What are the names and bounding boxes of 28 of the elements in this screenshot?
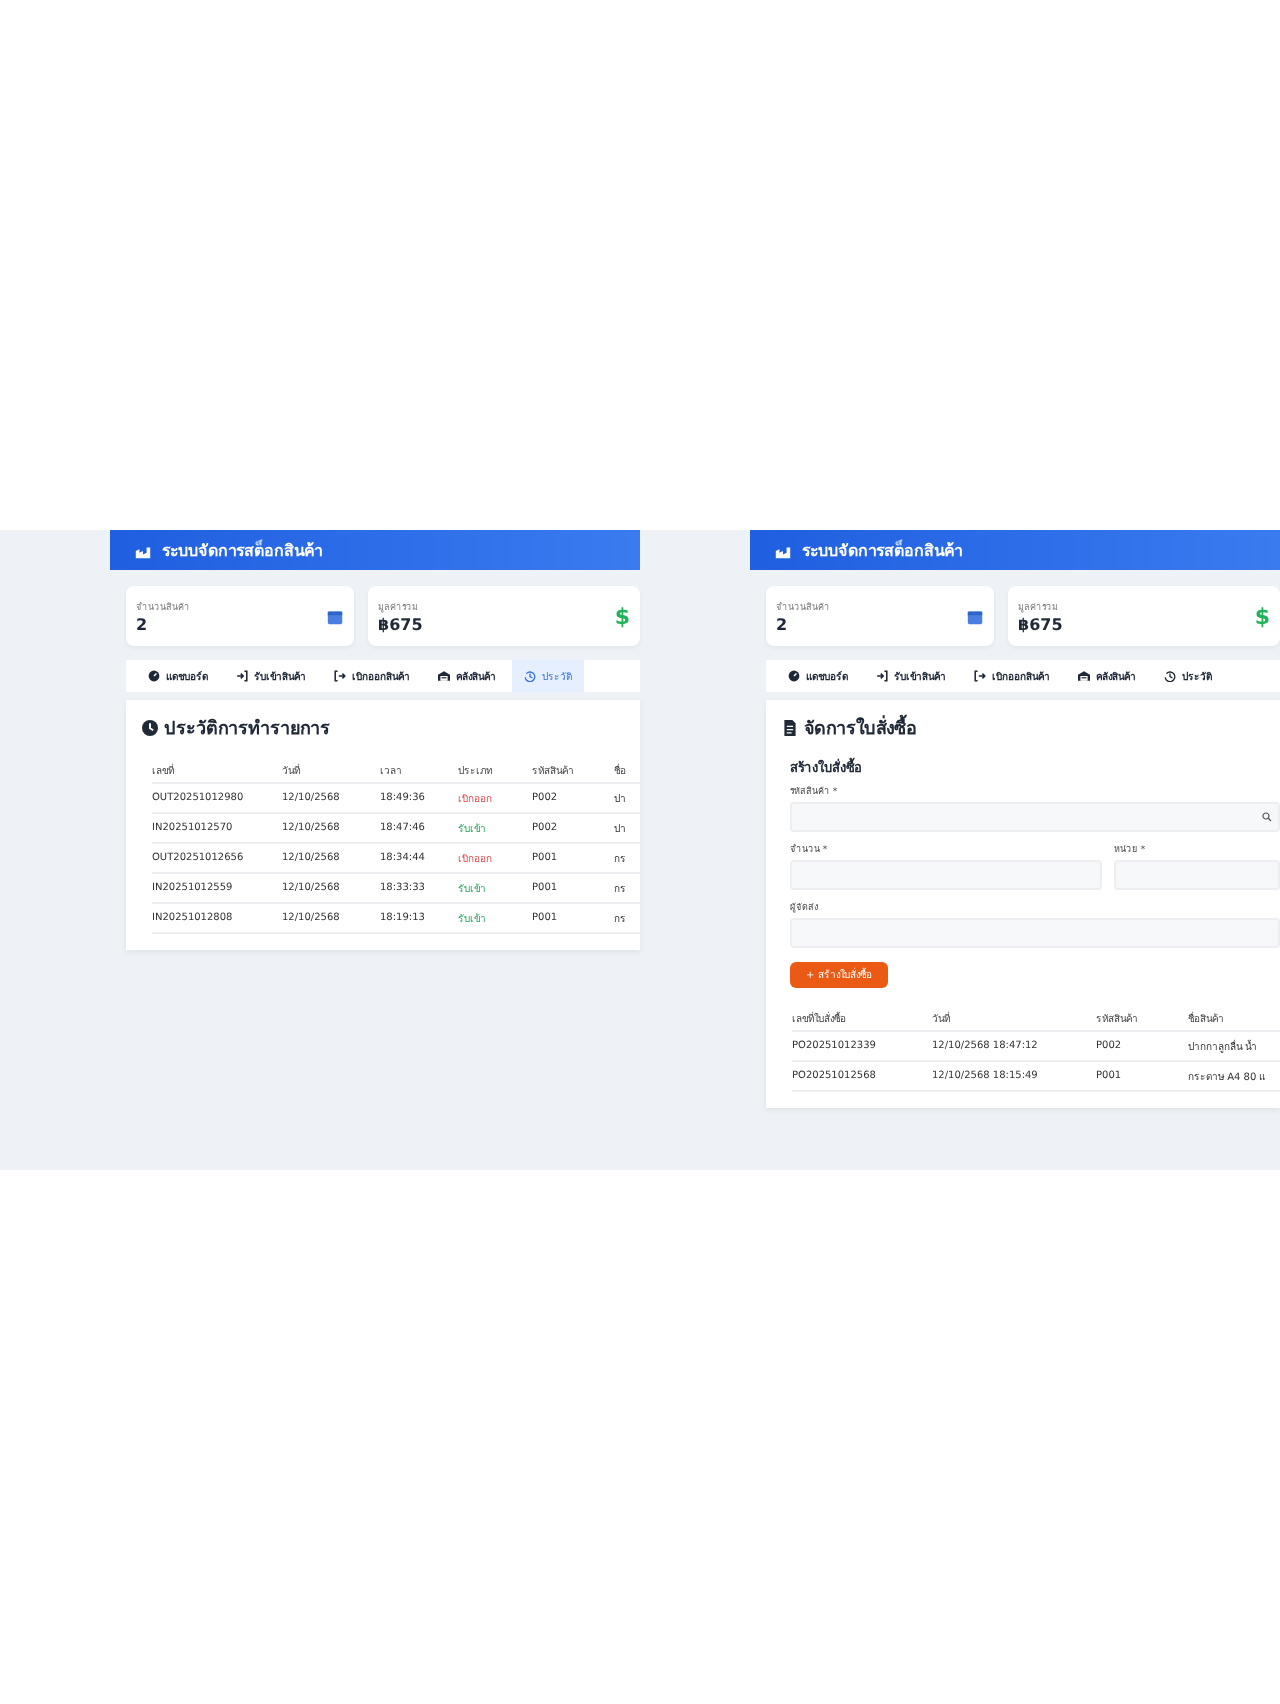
gauge-icon (148, 670, 160, 682)
gauge-icon (788, 670, 800, 682)
app-title: ระบบจัดการสต็อกสินค้า (162, 537, 322, 563)
dollar-icon: $ (1254, 603, 1270, 629)
document-icon (782, 720, 798, 736)
history-icon (524, 670, 536, 682)
sign-in-icon (876, 670, 888, 682)
warehouse-icon (1078, 670, 1090, 682)
sign-in-icon (236, 670, 248, 682)
stat-value: 2 (776, 615, 790, 633)
stat-value: ฿675 (1018, 615, 1063, 633)
search-icon (1262, 812, 1272, 822)
dollar-icon: $ (614, 603, 630, 629)
clock-icon (142, 720, 158, 736)
stat-value: ฿675 (378, 615, 423, 633)
warehouse-icon (134, 541, 152, 559)
sign-out-icon (974, 670, 986, 682)
sign-out-icon (334, 670, 346, 682)
app-title: ระบบจัดการสต็อกสินค้า (802, 537, 962, 563)
section-title: จัดการใบสั่งซื้อ (804, 714, 916, 742)
box-icon (966, 607, 984, 625)
warehouse-icon (438, 670, 450, 682)
section-title: ประวัติการทำรายการ (164, 716, 330, 742)
input-field[interactable] (790, 802, 1280, 832)
stat-value: 2 (136, 615, 150, 633)
warehouse-icon (774, 541, 792, 559)
history-icon (1164, 670, 1176, 682)
box-icon (326, 607, 344, 625)
